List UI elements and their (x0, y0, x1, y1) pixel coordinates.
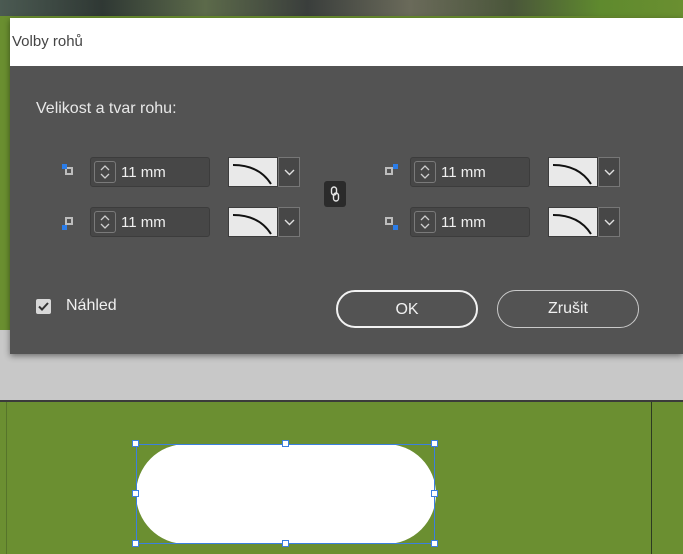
resize-handle[interactable] (431, 540, 438, 547)
chevron-down-icon[interactable] (598, 157, 620, 187)
top-left-corner-icon (62, 164, 78, 180)
stepper-arrows-icon[interactable] (414, 211, 436, 233)
bottom-left-corner-icon (62, 214, 78, 230)
margin-guide (6, 402, 7, 554)
cancel-button[interactable]: Zrušit (497, 290, 639, 328)
rounded-corner-shape-icon (228, 207, 278, 237)
bottom-right-corner-icon (382, 214, 398, 230)
dialog-titlebar[interactable]: Volby rohů (10, 18, 683, 66)
bottom-right-size-value[interactable]: 11 mm (441, 214, 486, 231)
top-left-shape-select[interactable] (228, 157, 300, 187)
top-right-size-stepper[interactable]: 11 mm (410, 157, 530, 187)
column-guide (651, 402, 652, 554)
rounded-corner-shape-icon (548, 157, 598, 187)
stepper-arrows-icon[interactable] (94, 161, 116, 183)
resize-handle[interactable] (132, 490, 139, 497)
background-photo-strip (0, 0, 683, 16)
top-left-size-stepper[interactable]: 11 mm (90, 157, 210, 187)
link-corners-button[interactable] (324, 181, 346, 207)
top-right-shape-select[interactable] (548, 157, 620, 187)
corner-options-dialog: Volby rohů Velikost a tvar rohu: 11 mm 1… (10, 18, 683, 354)
bottom-left-shape-select[interactable] (228, 207, 300, 237)
top-left-size-value[interactable]: 11 mm (121, 164, 166, 181)
checkbox-checked-icon[interactable] (36, 299, 51, 314)
rounded-corner-shape-icon (548, 207, 598, 237)
resize-handle[interactable] (282, 440, 289, 447)
corner-size-shape-label: Velikost a tvar rohu: (36, 100, 177, 117)
resize-handle[interactable] (431, 440, 438, 447)
bottom-right-shape-select[interactable] (548, 207, 620, 237)
resize-handle[interactable] (282, 540, 289, 547)
preview-label: Náhled (66, 297, 117, 314)
bottom-left-size-value[interactable]: 11 mm (121, 214, 166, 231)
bottom-left-size-stepper[interactable]: 11 mm (90, 207, 210, 237)
bottom-right-size-stepper[interactable]: 11 mm (410, 207, 530, 237)
top-right-size-value[interactable]: 11 mm (441, 164, 486, 181)
chevron-down-icon[interactable] (278, 157, 300, 187)
selection-frame[interactable] (136, 444, 435, 544)
resize-handle[interactable] (132, 440, 139, 447)
corner-row-top-right: 11 mm (382, 157, 632, 187)
rounded-corner-shape-icon (228, 157, 278, 187)
corner-row-top-left: 11 mm (62, 157, 312, 187)
ok-button[interactable]: OK (336, 290, 478, 328)
chain-link-icon (330, 186, 340, 202)
stepper-arrows-icon[interactable] (94, 211, 116, 233)
top-right-corner-icon (382, 164, 398, 180)
stepper-arrows-icon[interactable] (414, 161, 436, 183)
dialog-title: Volby rohů (12, 33, 83, 50)
resize-handle[interactable] (132, 540, 139, 547)
corner-row-bottom-left: 11 mm (62, 207, 312, 237)
chevron-down-icon[interactable] (278, 207, 300, 237)
corner-row-bottom-right: 11 mm (382, 207, 632, 237)
resize-handle[interactable] (431, 490, 438, 497)
chevron-down-icon[interactable] (598, 207, 620, 237)
